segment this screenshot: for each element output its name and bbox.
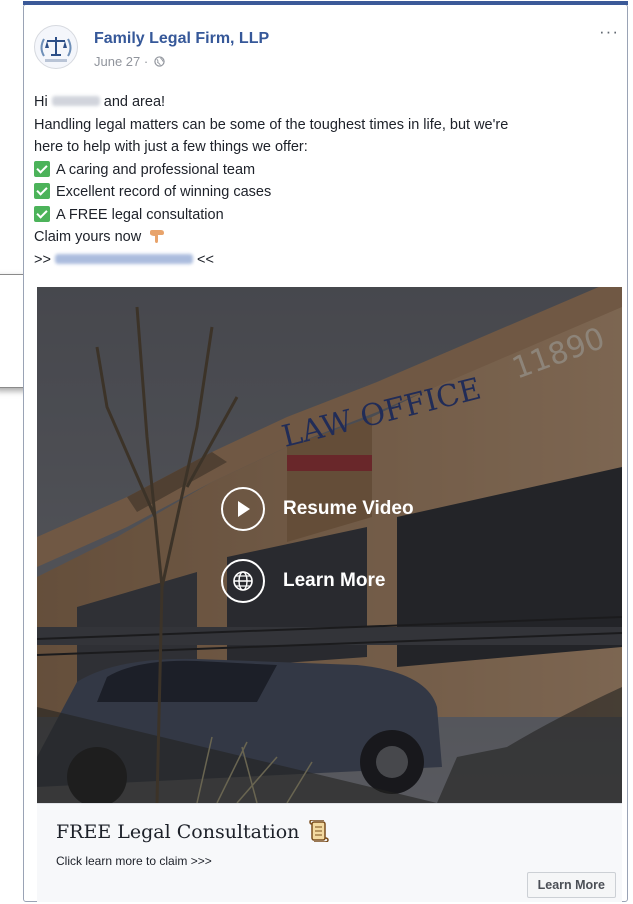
link-preview-card[interactable]: FREE Legal Consultation Click learn more… — [37, 803, 622, 902]
globe-icon — [221, 559, 265, 603]
video-overlay — [37, 287, 622, 803]
learn-more-overlay-label: Learn More — [283, 570, 386, 591]
blurred-location — [51, 96, 100, 106]
post-message: Hi and area! Handling legal matters can … — [34, 91, 614, 271]
post-options-button[interactable]: ··· — [599, 23, 619, 40]
benefit-item: Excellent record of winning cases — [34, 181, 614, 204]
learn-more-overlay-button[interactable]: Learn More — [221, 556, 385, 606]
pointing-hand-icon — [150, 230, 165, 243]
scroll-icon — [309, 820, 330, 842]
benefit-text: A FREE legal consultation — [56, 206, 224, 223]
intro-line-2: here to help with just a few things we o… — [34, 139, 308, 155]
globe-icon — [154, 56, 165, 67]
card-title-text: FREE Legal Consultation — [56, 821, 300, 843]
check-icon — [34, 160, 50, 177]
intro-line-1: Handling legal matters can be some of th… — [34, 116, 509, 133]
benefit-text: A caring and professional team — [56, 161, 256, 178]
link-prefix: >> — [34, 251, 51, 268]
greeting-end: and area! — [103, 94, 166, 110]
blurred-link[interactable] — [54, 253, 193, 264]
card-description: Click learn more to claim >>> — [56, 854, 212, 868]
video-player[interactable]: LAW OFFICE 11890 Resume Video Learn More — [37, 287, 622, 803]
card-title: FREE Legal Consultation — [56, 820, 330, 843]
check-icon — [34, 183, 50, 199]
benefit-item: A FREE legal consultation — [34, 204, 614, 227]
facebook-post: Family Legal Firm, LLP June 27 · ··· Hi … — [23, 1, 628, 902]
check-icon — [34, 205, 50, 222]
resume-video-button[interactable]: Resume Video — [221, 484, 414, 534]
page-avatar[interactable] — [34, 25, 78, 69]
play-icon — [221, 487, 265, 531]
claim-line: Claim yours now — [34, 226, 614, 249]
greeting-start: Hi — [34, 94, 48, 110]
date-text: June 27 · — [94, 54, 149, 69]
resume-video-label: Resume Video — [283, 498, 414, 519]
benefit-item: A caring and professional team — [34, 159, 614, 182]
post-date[interactable]: June 27 · — [94, 54, 165, 69]
claim-text: Claim yours now — [34, 229, 142, 245]
greeting-line: Hi and area! — [34, 91, 614, 114]
page-name-link[interactable]: Family Legal Firm, LLP — [94, 30, 269, 48]
link-line: >> << — [34, 249, 614, 272]
benefit-text: Excellent record of winning cases — [56, 184, 272, 200]
link-suffix: << — [197, 251, 214, 268]
scales-logo-icon — [40, 37, 72, 62]
learn-more-button[interactable]: Learn More — [526, 872, 616, 898]
